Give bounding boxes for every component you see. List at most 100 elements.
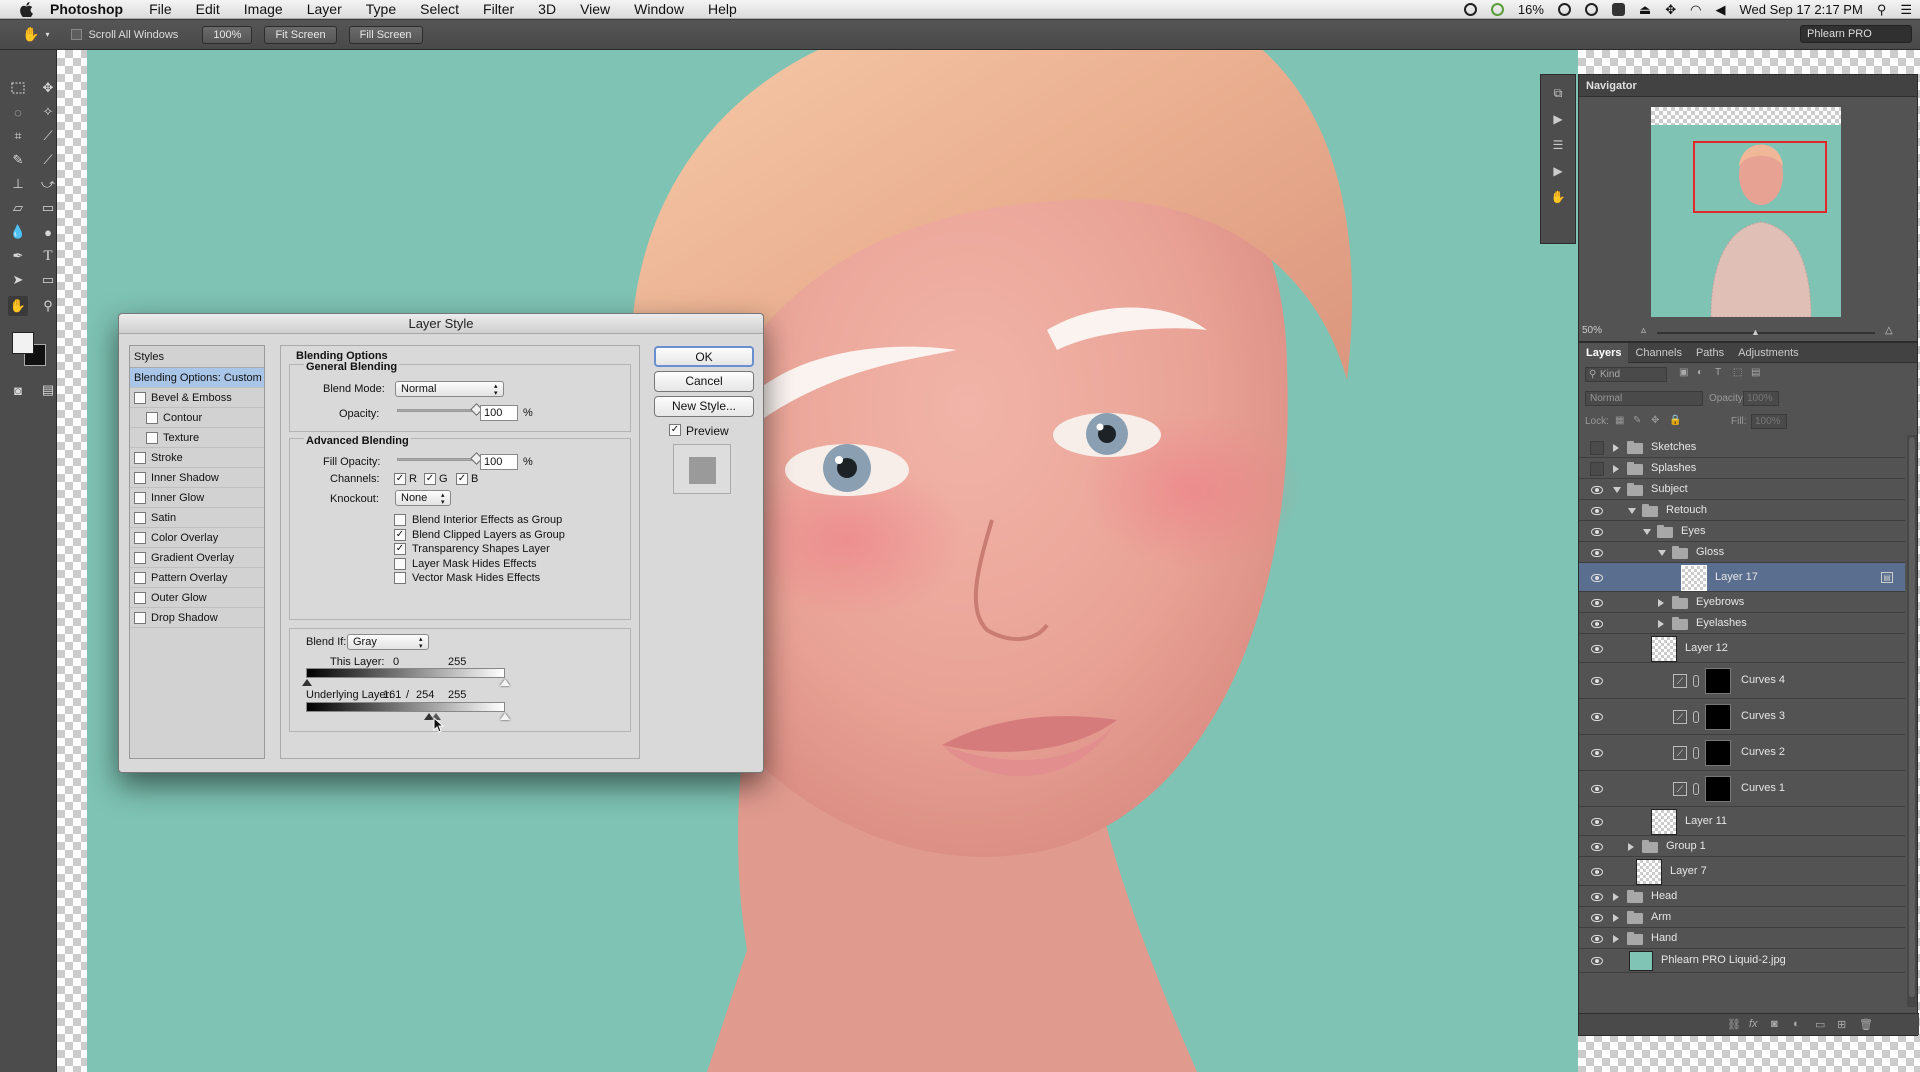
dropbox-icon[interactable]	[1463, 3, 1477, 16]
style-item[interactable]: Blending Options: Custom	[130, 368, 264, 388]
evernote-icon[interactable]	[1490, 3, 1504, 16]
pen-tool-icon[interactable]: ✒	[8, 246, 28, 266]
layer-name[interactable]: Curves 2	[1741, 746, 1785, 758]
style-checkbox[interactable]	[146, 411, 158, 424]
expand-arrow-icon[interactable]	[1613, 935, 1619, 943]
navigator-zoom-value[interactable]: 50%	[1582, 325, 1602, 336]
layer-name[interactable]: Head	[1651, 890, 1677, 902]
marquee-tool-icon[interactable]	[8, 78, 28, 98]
style-item[interactable]: Satin	[130, 508, 264, 528]
visibility-eye-icon[interactable]	[1591, 893, 1603, 901]
curves-adjustment-icon[interactable]: ⟋	[1673, 746, 1687, 760]
layer-name[interactable]: Layer 7	[1670, 865, 1707, 877]
tool-preset-chevron-icon[interactable]: ▾	[45, 30, 49, 39]
layer-name[interactable]: Phlearn PRO Liquid-2.jpg	[1661, 954, 1786, 966]
layer-name[interactable]: Curves 1	[1741, 782, 1785, 794]
lock-transparent-icon[interactable]: ▦	[1615, 415, 1624, 426]
link-layers-icon[interactable]: ⛓	[1727, 1018, 1741, 1031]
expand-arrow-icon[interactable]	[1613, 914, 1619, 922]
navigator-title[interactable]: Navigator	[1579, 75, 1917, 97]
style-checkbox[interactable]	[134, 391, 146, 404]
layer-name[interactable]: Retouch	[1666, 504, 1707, 516]
style-item[interactable]: Inner Glow	[130, 488, 264, 508]
layer-name[interactable]: Gloss	[1696, 546, 1724, 558]
layer-row[interactable]: ⟋ Curves 2	[1579, 735, 1905, 771]
navigator-thumbnail[interactable]	[1651, 107, 1841, 317]
dodge-tool-icon[interactable]: ●	[38, 222, 58, 242]
layer-group-row[interactable]: Eyes	[1579, 521, 1905, 542]
layer-name[interactable]: Curves 4	[1741, 674, 1785, 686]
menu-file[interactable]: File	[137, 1, 184, 17]
blend-if-select[interactable]: Gray	[347, 634, 429, 650]
navigator-zoom-thumb[interactable]: ▲	[1751, 327, 1760, 337]
layer-name[interactable]: Layer 11	[1685, 815, 1727, 827]
visibility-eye-icon[interactable]	[1591, 749, 1603, 757]
layer-thumbnail[interactable]	[1629, 951, 1653, 971]
layer-group-row[interactable]: Arm	[1579, 907, 1905, 928]
style-item[interactable]: Texture	[130, 428, 264, 448]
menu-layer[interactable]: Layer	[295, 1, 354, 17]
zoom-100-button[interactable]: 100%	[202, 25, 253, 44]
hand-tool-icon[interactable]: ✋	[8, 296, 28, 316]
layer-mask-thumbnail[interactable]	[1705, 668, 1731, 694]
visibility-eye-icon[interactable]	[1591, 599, 1603, 607]
advanced-check-row[interactable]: ✓ Transparency Shapes Layer	[394, 542, 565, 557]
layer-name[interactable]: Group 1	[1666, 840, 1706, 852]
menu-3d[interactable]: 3D	[526, 1, 568, 17]
layer-name[interactable]: Eyebrows	[1696, 596, 1744, 608]
magic-wand-tool-icon[interactable]: ✧	[38, 102, 58, 122]
history-panel-icon[interactable]: ⧉	[1549, 85, 1567, 101]
filter-shape-icon[interactable]: ⬚	[1733, 367, 1742, 378]
history-brush-tool-icon[interactable]: ⤻	[38, 174, 58, 194]
tab-layers[interactable]: Layers	[1579, 342, 1629, 363]
zoom-in-icon[interactable]: △	[1885, 325, 1893, 336]
zoom-tool-icon[interactable]: ⚲	[38, 296, 58, 316]
navigator-view-frame[interactable]	[1693, 141, 1827, 213]
visibility-eye-icon[interactable]	[1591, 486, 1603, 494]
mask-link-icon[interactable]	[1693, 747, 1699, 759]
clock[interactable]: Wed Sep 17 2:17 PM	[1739, 2, 1862, 17]
layer-group-row[interactable]: Gloss	[1579, 542, 1905, 563]
layer-group-row[interactable]: Eyelashes	[1579, 613, 1905, 634]
visibility-eye-icon[interactable]	[1591, 528, 1603, 536]
visibility-eye-icon[interactable]	[1591, 620, 1603, 628]
collapse-arrow-icon[interactable]	[1628, 508, 1636, 514]
visibility-eye-icon[interactable]	[1591, 507, 1603, 515]
advanced-checkbox[interactable]	[394, 514, 406, 527]
layer-name[interactable]: Sketches	[1651, 441, 1696, 453]
fill-opacity-slider[interactable]	[397, 458, 479, 461]
menu-help[interactable]: Help	[696, 1, 749, 17]
layer-group-row[interactable]: Hand	[1579, 928, 1905, 949]
visibility-eye-icon[interactable]	[1591, 957, 1603, 965]
zoom-out-icon[interactable]: ▵	[1641, 325, 1646, 336]
layer-row[interactable]: Layer 17 ▤	[1579, 563, 1905, 592]
new-layer-icon[interactable]: ⊞	[1837, 1018, 1846, 1031]
lock-image-icon[interactable]: ✎	[1633, 415, 1641, 426]
visibility-off-box[interactable]	[1590, 441, 1604, 455]
menu-window[interactable]: Window	[622, 1, 696, 17]
layer-name[interactable]: Subject	[1651, 483, 1688, 495]
tab-adjustments[interactable]: Adjustments	[1731, 343, 1806, 363]
new-adjustment-icon[interactable]: ◐	[1793, 1018, 1800, 1030]
layers-scroll-thumb[interactable]	[1909, 437, 1915, 997]
advanced-checkbox[interactable]	[394, 557, 406, 570]
scroll-all-windows-checkbox[interactable]	[71, 29, 83, 40]
lock-position-icon[interactable]: ✥	[1651, 415, 1659, 426]
tab-channels[interactable]: Channels	[1628, 343, 1688, 363]
style-checkbox[interactable]	[146, 431, 158, 444]
advanced-checkbox[interactable]	[394, 572, 406, 585]
layer-row[interactable]: Layer 11	[1579, 807, 1905, 836]
layer-name[interactable]: Hand	[1651, 932, 1677, 944]
knockout-select[interactable]: None	[395, 490, 451, 506]
quick-mask-icon[interactable]: ◙	[8, 380, 28, 400]
layer-name[interactable]: Eyelashes	[1696, 617, 1747, 629]
style-item[interactable]: Drop Shadow	[130, 608, 264, 628]
layer-group-row[interactable]: Splashes	[1579, 458, 1905, 479]
blur-tool-icon[interactable]: 💧	[8, 222, 28, 242]
visibility-eye-icon[interactable]	[1591, 574, 1603, 582]
brush-tool-icon[interactable]: ⟋	[38, 150, 58, 170]
visibility-eye-icon[interactable]	[1591, 914, 1603, 922]
layer-row[interactable]: Phlearn PRO Liquid-2.jpg	[1579, 949, 1905, 973]
channel-g-checkbox[interactable]: ✓	[424, 473, 436, 485]
expand-arrow-icon[interactable]	[1613, 893, 1619, 901]
